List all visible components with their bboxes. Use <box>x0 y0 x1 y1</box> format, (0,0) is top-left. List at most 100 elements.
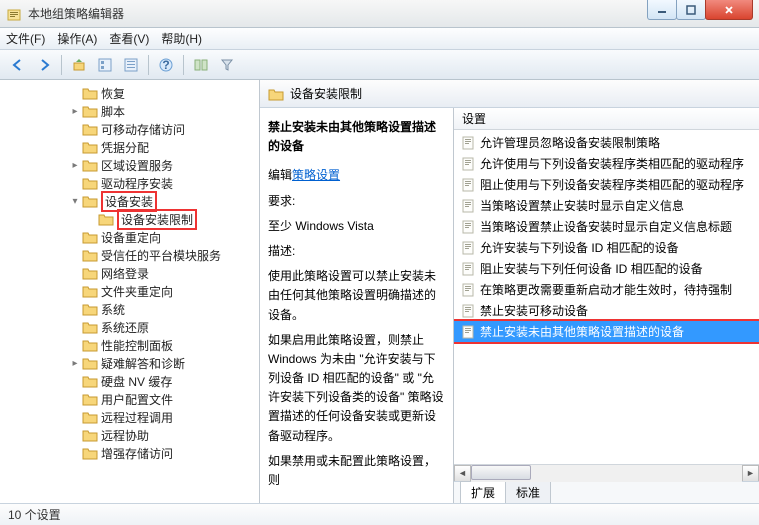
tree-pane[interactable]: 恢复▸脚本可移动存储访问凭据分配▸区域设置服务驱动程序安装▾设备安装设备安装限制… <box>0 80 260 503</box>
tree-item[interactable]: 性能控制面板 <box>0 336 259 354</box>
scroll-left-button[interactable]: ◄ <box>454 465 471 482</box>
setting-item[interactable]: 阻止使用与下列设备安装程序类相匹配的驱动程序 <box>454 174 759 195</box>
folder-icon <box>82 122 98 136</box>
folder-icon <box>82 248 98 262</box>
tree-twisty[interactable]: ▾ <box>68 196 82 207</box>
setting-icon <box>460 282 476 298</box>
tree-item[interactable]: 文件夹重定向 <box>0 282 259 300</box>
back-button[interactable] <box>6 53 30 77</box>
tree-item[interactable]: 用户配置文件 <box>0 390 259 408</box>
setting-item[interactable]: 在策略更改需要重新启动才能生效时，待持强制 <box>454 279 759 300</box>
tree-item-label: 远程协助 <box>101 427 149 444</box>
settings-list[interactable]: 允许管理员忽略设备安装限制策略允许使用与下列设备安装程序类相匹配的驱动程序阻止使… <box>454 130 759 464</box>
folder-icon <box>268 87 284 101</box>
edit-policy-link[interactable]: 策略设置 <box>292 168 340 182</box>
folder-icon <box>82 284 98 298</box>
menu-file[interactable]: 文件(F) <box>6 30 45 47</box>
setting-item[interactable]: 允许安装与下列设备 ID 相匹配的设备 <box>454 237 759 258</box>
tree-item[interactable]: 增强存储访问 <box>0 444 259 462</box>
tree-item[interactable]: ▸疑难解答和诊断 <box>0 354 259 372</box>
settings-list-pane: 设置 允许管理员忽略设备安装限制策略允许使用与下列设备安装程序类相匹配的驱动程序… <box>454 108 759 503</box>
setting-label: 当策略设置禁止安装时显示自定义信息 <box>480 197 684 214</box>
setting-label: 允许使用与下列设备安装程序类相匹配的驱动程序 <box>480 155 744 172</box>
help-button[interactable]: ? <box>154 53 178 77</box>
tree-twisty[interactable]: ▸ <box>68 358 82 369</box>
setting-icon <box>460 198 476 214</box>
filter-button[interactable] <box>215 53 239 77</box>
detail-view-button[interactable] <box>119 53 143 77</box>
menu-help[interactable]: 帮助(H) <box>161 30 202 47</box>
setting-item[interactable]: 允许管理员忽略设备安装限制策略 <box>454 132 759 153</box>
forward-button[interactable] <box>32 53 56 77</box>
tree-item-label: 网络登录 <box>101 265 149 282</box>
tree-item-label: 系统还原 <box>101 319 149 336</box>
tree-item[interactable]: 设备安装限制 <box>0 210 259 228</box>
tree-item[interactable]: 系统 <box>0 300 259 318</box>
menu-view[interactable]: 查看(V) <box>109 30 149 47</box>
horizontal-scrollbar[interactable]: ◄ ► <box>454 464 759 481</box>
tab-standard[interactable]: 标准 <box>505 481 551 503</box>
tree-item-label: 文件夹重定向 <box>101 283 173 300</box>
up-button[interactable] <box>67 53 91 77</box>
folder-icon <box>82 374 98 388</box>
tree-item-label: 恢复 <box>101 85 125 102</box>
setting-item[interactable]: 禁止安装未由其他策略设置描述的设备 <box>454 321 759 342</box>
tree-item[interactable]: 恢复 <box>0 84 259 102</box>
menu-action[interactable]: 操作(A) <box>57 30 97 47</box>
setting-label: 阻止使用与下列设备安装程序类相匹配的驱动程序 <box>480 176 744 193</box>
tree-twisty[interactable]: ▸ <box>68 106 82 117</box>
list-view-button[interactable] <box>93 53 117 77</box>
maximize-button[interactable] <box>676 0 706 20</box>
tree-item[interactable]: ▾设备安装 <box>0 192 259 210</box>
tree-item[interactable]: 远程协助 <box>0 426 259 444</box>
tab-extended[interactable]: 扩展 <box>460 481 506 503</box>
setting-item[interactable]: 允许使用与下列设备安装程序类相匹配的驱动程序 <box>454 153 759 174</box>
setting-label: 当策略设置禁止设备安装时显示自定义信息标题 <box>480 218 732 235</box>
tree-item[interactable]: 硬盘 NV 缓存 <box>0 372 259 390</box>
setting-item[interactable]: 禁止安装可移动设备 <box>454 300 759 321</box>
tree-item-label: 设备安装限制 <box>117 209 197 230</box>
tree-item[interactable]: 系统还原 <box>0 318 259 336</box>
description-pane: 禁止安装未由其他策略设置描述的设备 编辑策略设置 要求: 至少 Windows … <box>260 108 454 503</box>
scroll-right-button[interactable]: ► <box>742 465 759 482</box>
tree-item-label: 用户配置文件 <box>101 391 173 408</box>
tree-item[interactable]: 受信任的平台模块服务 <box>0 246 259 264</box>
folder-icon <box>82 356 98 370</box>
tree-item[interactable]: ▸脚本 <box>0 102 259 120</box>
setting-label: 允许管理员忽略设备安装限制策略 <box>480 134 660 151</box>
tree-item[interactable]: 凭据分配 <box>0 138 259 156</box>
tree-item[interactable]: 设备重定向 <box>0 228 259 246</box>
scroll-thumb[interactable] <box>471 465 531 480</box>
tree-item-label: 增强存储访问 <box>101 445 173 462</box>
tree-twisty[interactable]: ▸ <box>68 160 82 171</box>
tree-item[interactable]: 可移动存储访问 <box>0 120 259 138</box>
setting-icon <box>460 156 476 172</box>
setting-icon <box>460 219 476 235</box>
description-tail: 如果禁用或未配置此策略设置，则 <box>268 452 445 490</box>
status-text: 10 个设置 <box>8 506 61 523</box>
setting-title: 禁止安装未由其他策略设置描述的设备 <box>268 118 445 156</box>
requirement-label: 要求: <box>268 192 445 211</box>
minimize-button[interactable] <box>647 0 677 20</box>
tree-item-label: 受信任的平台模块服务 <box>101 247 221 264</box>
app-icon <box>6 6 22 22</box>
right-pane-header: 设备安装限制 <box>260 80 759 108</box>
tree-item[interactable]: 驱动程序安装 <box>0 174 259 192</box>
statusbar: 10 个设置 <box>0 503 759 525</box>
setting-item[interactable]: 当策略设置禁止安装时显示自定义信息 <box>454 195 759 216</box>
close-button[interactable] <box>705 0 753 20</box>
content-area: 恢复▸脚本可移动存储访问凭据分配▸区域设置服务驱动程序安装▾设备安装设备安装限制… <box>0 80 759 503</box>
show-hide-button[interactable] <box>189 53 213 77</box>
setting-item[interactable]: 当策略设置禁止设备安装时显示自定义信息标题 <box>454 216 759 237</box>
tree-item[interactable]: 网络登录 <box>0 264 259 282</box>
settings-column-header[interactable]: 设置 <box>454 108 759 130</box>
description-text: 使用此策略设置可以禁止安装未由任何其他策略设置明确描述的设备。 <box>268 267 445 325</box>
titlebar: 本地组策略编辑器 <box>0 0 759 28</box>
toolbar-separator <box>148 55 149 75</box>
tree-item-label: 硬盘 NV 缓存 <box>101 373 172 390</box>
tree-item[interactable]: ▸区域设置服务 <box>0 156 259 174</box>
svg-text:?: ? <box>162 58 169 72</box>
tree-item[interactable]: 远程过程调用 <box>0 408 259 426</box>
folder-icon <box>82 392 98 406</box>
setting-item[interactable]: 阻止安装与下列任何设备 ID 相匹配的设备 <box>454 258 759 279</box>
